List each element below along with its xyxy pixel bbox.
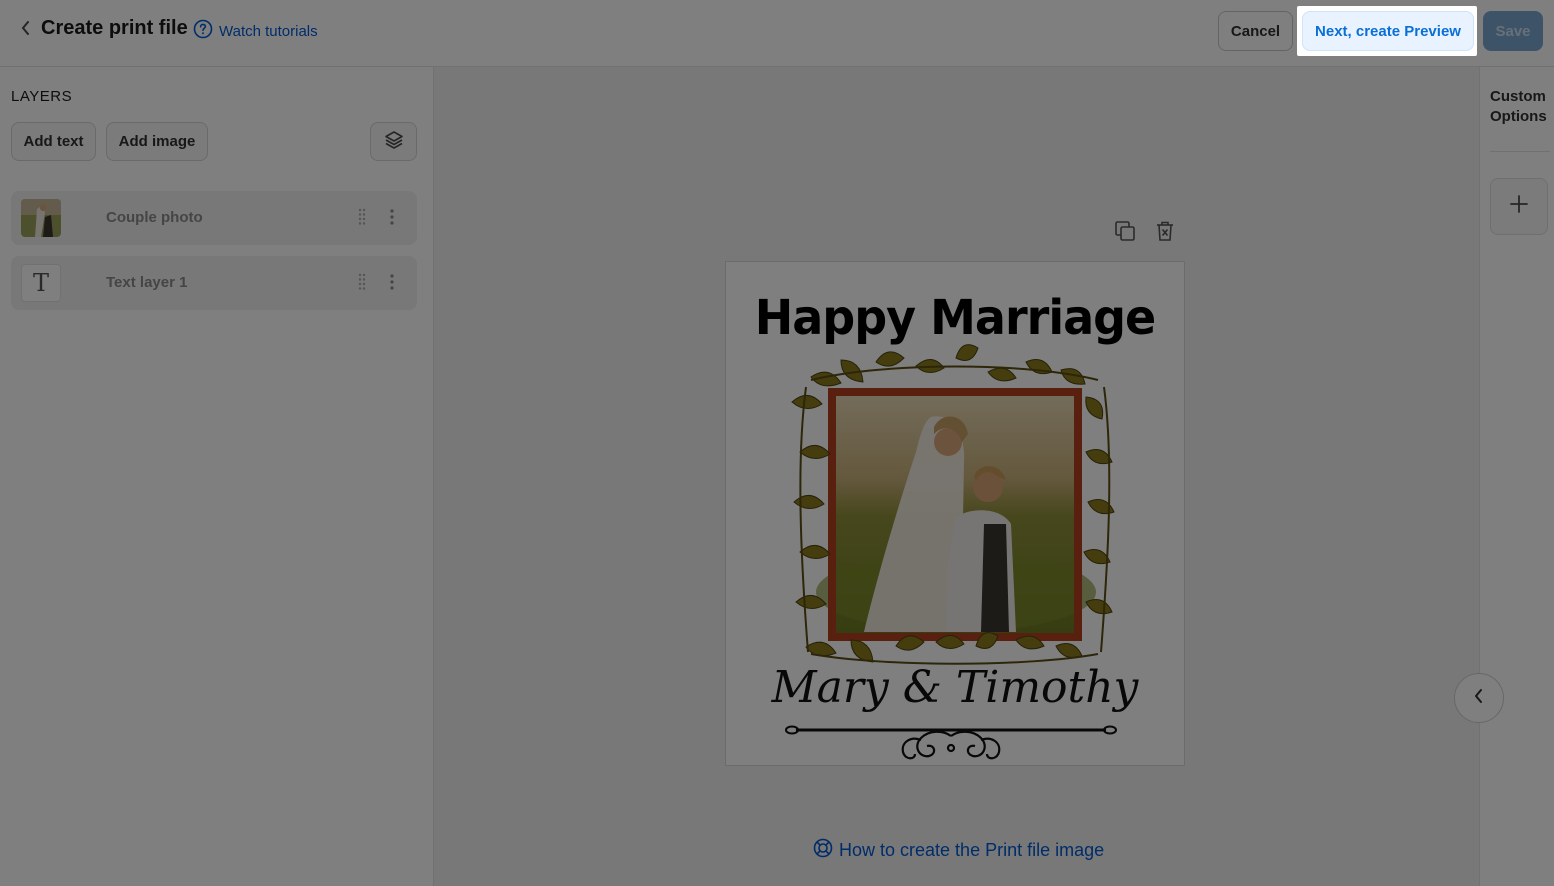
text-layer-icon: T — [21, 264, 61, 302]
how-to-create-link[interactable]: How to create the Print file image — [813, 838, 1104, 863]
layer-row-couple-photo[interactable]: Couple photo — [11, 191, 417, 245]
help-circle-icon — [193, 19, 213, 43]
delete-icon[interactable] — [1152, 218, 1178, 244]
drag-handle-icon[interactable] — [357, 272, 367, 292]
add-option-button[interactable] — [1490, 178, 1548, 235]
custom-options-heading: Custom Options — [1490, 88, 1547, 125]
page-title: Create print file — [41, 17, 188, 39]
layers-stack-button[interactable] — [370, 122, 417, 161]
divider — [1490, 151, 1550, 152]
drag-handle-icon[interactable] — [357, 207, 367, 227]
add-text-button[interactable]: Add text — [11, 122, 96, 161]
layers-heading: LAYERS — [11, 88, 73, 105]
chevron-left-icon — [1473, 688, 1485, 709]
more-options-icon[interactable] — [387, 272, 397, 292]
layer-row-text-layer[interactable]: T Text layer 1 — [11, 256, 417, 310]
print-artboard[interactable]: Happy Marriage Mary & Timothy — [725, 261, 1185, 766]
plus-icon — [1509, 194, 1529, 219]
collapse-panel-button[interactable] — [1454, 673, 1504, 723]
back-chevron-icon[interactable] — [16, 18, 36, 38]
duplicate-icon[interactable] — [1112, 218, 1138, 244]
more-options-icon[interactable] — [387, 207, 397, 227]
how-to-create-label: How to create the Print file image — [839, 840, 1105, 860]
layer-label: Couple photo — [106, 209, 203, 226]
layer-label: Text layer 1 — [106, 274, 188, 291]
text-type-glyph: T — [32, 269, 49, 297]
layers-panel: LAYERS Add text Add image Couple photo T… — [0, 67, 434, 886]
tour-highlight: Next, create Preview — [1297, 6, 1477, 56]
add-image-button[interactable]: Add image — [106, 122, 208, 161]
watch-tutorials-label: Watch tutorials — [219, 22, 318, 40]
layer-thumbnail — [21, 199, 61, 237]
custom-options-panel: Custom Options — [1479, 67, 1554, 886]
lifebuoy-icon — [813, 838, 833, 863]
watch-tutorials-link[interactable]: Watch tutorials — [193, 19, 318, 43]
design-names-text[interactable]: Mary & Timothy — [726, 662, 1184, 713]
save-button[interactable]: Save — [1483, 11, 1543, 51]
layers-stack-icon — [383, 129, 405, 155]
next-create-preview-button[interactable]: Next, create Preview — [1302, 11, 1474, 51]
cancel-button[interactable]: Cancel — [1218, 11, 1293, 51]
